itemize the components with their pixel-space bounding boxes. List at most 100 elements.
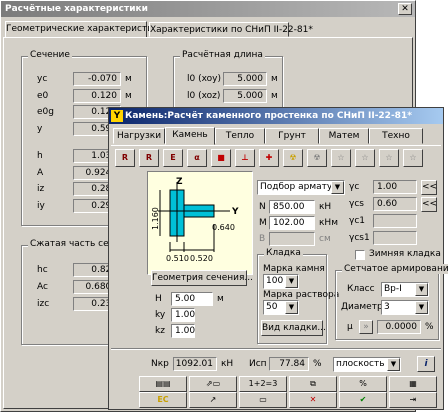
toolbar-icon[interactable]: R [115, 149, 135, 167]
bg-title: Расчётные характеристики [5, 4, 148, 14]
toolbar-icon[interactable]: ☢ [307, 149, 327, 167]
toolbar-icon[interactable]: ☆ [379, 149, 399, 167]
toolbar-icon[interactable]: ☆ [403, 149, 423, 167]
diameter-select[interactable]: 3 ▼ [381, 300, 429, 315]
toolbar-icon[interactable]: ■ [211, 149, 231, 167]
svg-text:Z: Z [176, 177, 183, 187]
m-field[interactable]: 102.00 [269, 216, 315, 230]
info-button[interactable]: i [417, 356, 435, 372]
fg-titlebar: Y Камень:Расчёт каменного простенка по С… [109, 108, 443, 124]
param-label: A [37, 168, 44, 178]
calc-length-label: Расчётная длина [180, 50, 265, 60]
fg-title: Камень:Расчёт каменного простенка по СНи… [125, 111, 412, 121]
h-label: H [155, 294, 162, 304]
close-icon[interactable]: ✕ [398, 3, 412, 15]
tab-4[interactable]: Матем [319, 128, 369, 144]
gamma-field [373, 214, 417, 228]
gamma-label: γcs [349, 199, 364, 209]
tab-1[interactable]: Камень [165, 127, 215, 145]
fg-window: Y Камень:Расчёт каменного простенка по С… [108, 107, 448, 410]
tab-0[interactable]: Нагрузки [113, 128, 165, 144]
action-button[interactable]: ↗ [189, 392, 237, 408]
tab-geom[interactable]: Геометрические характеристики [5, 21, 164, 38]
calc-length-group: Расчётная длина [173, 50, 283, 112]
stone-grade-label: Марка камня [263, 264, 325, 274]
gamma-label: γc [349, 182, 360, 192]
param-value: 0.120 [73, 89, 121, 103]
stone-grade-select[interactable]: 100 ▼ [263, 274, 299, 289]
action-button[interactable]: % [339, 376, 387, 392]
action-button[interactable]: ⇗▭ [189, 376, 237, 392]
diameter-label: Диаметр [341, 302, 383, 312]
gamma-label: γcs1 [349, 233, 370, 243]
winter-checkbox[interactable] [355, 250, 365, 260]
ncr-label: Nкр [151, 359, 169, 369]
mu-label: μ [347, 322, 353, 332]
mortar-grade-select[interactable]: 50 ▼ [263, 300, 299, 315]
winter-label: Зимняя кладка [369, 249, 441, 259]
usage-unit: % [313, 359, 322, 369]
mu-field: 0.0000 [377, 320, 421, 334]
toolbar-icon[interactable]: α [187, 149, 207, 167]
tab-5[interactable]: Техно [369, 128, 423, 144]
action-button[interactable]: ▭ [239, 392, 287, 408]
param-label: h [37, 151, 43, 161]
toolbar-icon[interactable]: ☆ [331, 149, 351, 167]
param-value: -0.070 [73, 72, 121, 86]
geometry-button[interactable]: Геометрия сечения... [151, 270, 253, 286]
h-unit: м [217, 294, 224, 304]
n-field[interactable]: 850.00 [269, 200, 315, 214]
kz-label: kz [155, 326, 165, 336]
action-button[interactable]: ⇥ [389, 392, 437, 408]
mode-select[interactable]: Подбор арматуры ▼ [257, 180, 345, 195]
class-label: Класс [347, 284, 375, 294]
toolbar-icon[interactable]: E [163, 149, 183, 167]
reinforcement-label: Сетчатое армирование [342, 264, 448, 274]
gamma-field: 1.00 [373, 180, 417, 194]
ky-field[interactable]: 1.00 [171, 308, 195, 322]
gamma-label: γc1 [349, 216, 366, 226]
tab-snip[interactable]: Характеристики по СНиП II-22-81* [149, 22, 313, 37]
m-label: M [259, 218, 267, 228]
svg-text:0.520: 0.520 [190, 254, 213, 263]
toolbar-icon[interactable]: ✚ [259, 149, 279, 167]
mu-button[interactable]: » [359, 320, 373, 334]
param-label: y [37, 124, 43, 134]
gamma-field: 0.60 [373, 197, 417, 211]
param-unit: м [125, 74, 132, 84]
gamma-button[interactable]: << [421, 197, 437, 212]
param-label: iy [37, 201, 45, 211]
gamma-button[interactable]: << [421, 180, 437, 195]
section-label: Сечение [28, 50, 72, 60]
b-unit: см [319, 234, 331, 244]
toolbar-icon[interactable]: ☆ [355, 149, 375, 167]
toolbar-icon[interactable]: R [139, 149, 159, 167]
action-button[interactable]: ✔ [339, 392, 387, 408]
action-button[interactable]: ✕ [289, 392, 337, 408]
ncr-field: 1092.01 [173, 357, 217, 371]
mu-unit: % [425, 322, 434, 332]
action-button[interactable]: 1+2=3 [239, 376, 287, 392]
tab-3[interactable]: Грунт [265, 128, 319, 144]
ky-label: ky [155, 310, 166, 320]
h-field[interactable]: 5.00 [171, 292, 213, 306]
action-button[interactable]: ▤▤ [139, 376, 187, 392]
param-label: yc [37, 74, 48, 84]
toolbar-icon[interactable]: ⊥ [235, 149, 255, 167]
action-button[interactable]: ▦ [389, 376, 437, 392]
class-select[interactable]: Вр-I ▼ [381, 282, 429, 297]
n-unit: кН [319, 202, 332, 212]
action-button[interactable]: EC [139, 392, 187, 408]
masonry-label: Кладка [264, 248, 303, 258]
svg-text:1.160: 1.160 [151, 207, 160, 230]
svg-text:Y: Y [231, 207, 239, 217]
gamma-field [373, 231, 417, 245]
kz-field[interactable]: 1.00 [171, 324, 195, 338]
tab-2[interactable]: Тепло [215, 128, 265, 144]
action-button[interactable]: ⧉ [289, 376, 337, 392]
param-unit: м [125, 91, 132, 101]
m-unit: кНм [319, 218, 338, 228]
toolbar-icon[interactable]: ☢ [283, 149, 303, 167]
masonry-type-button[interactable]: Вид кладки... [261, 320, 326, 336]
plane-select[interactable]: плоскость XOY ▼ [333, 357, 401, 372]
